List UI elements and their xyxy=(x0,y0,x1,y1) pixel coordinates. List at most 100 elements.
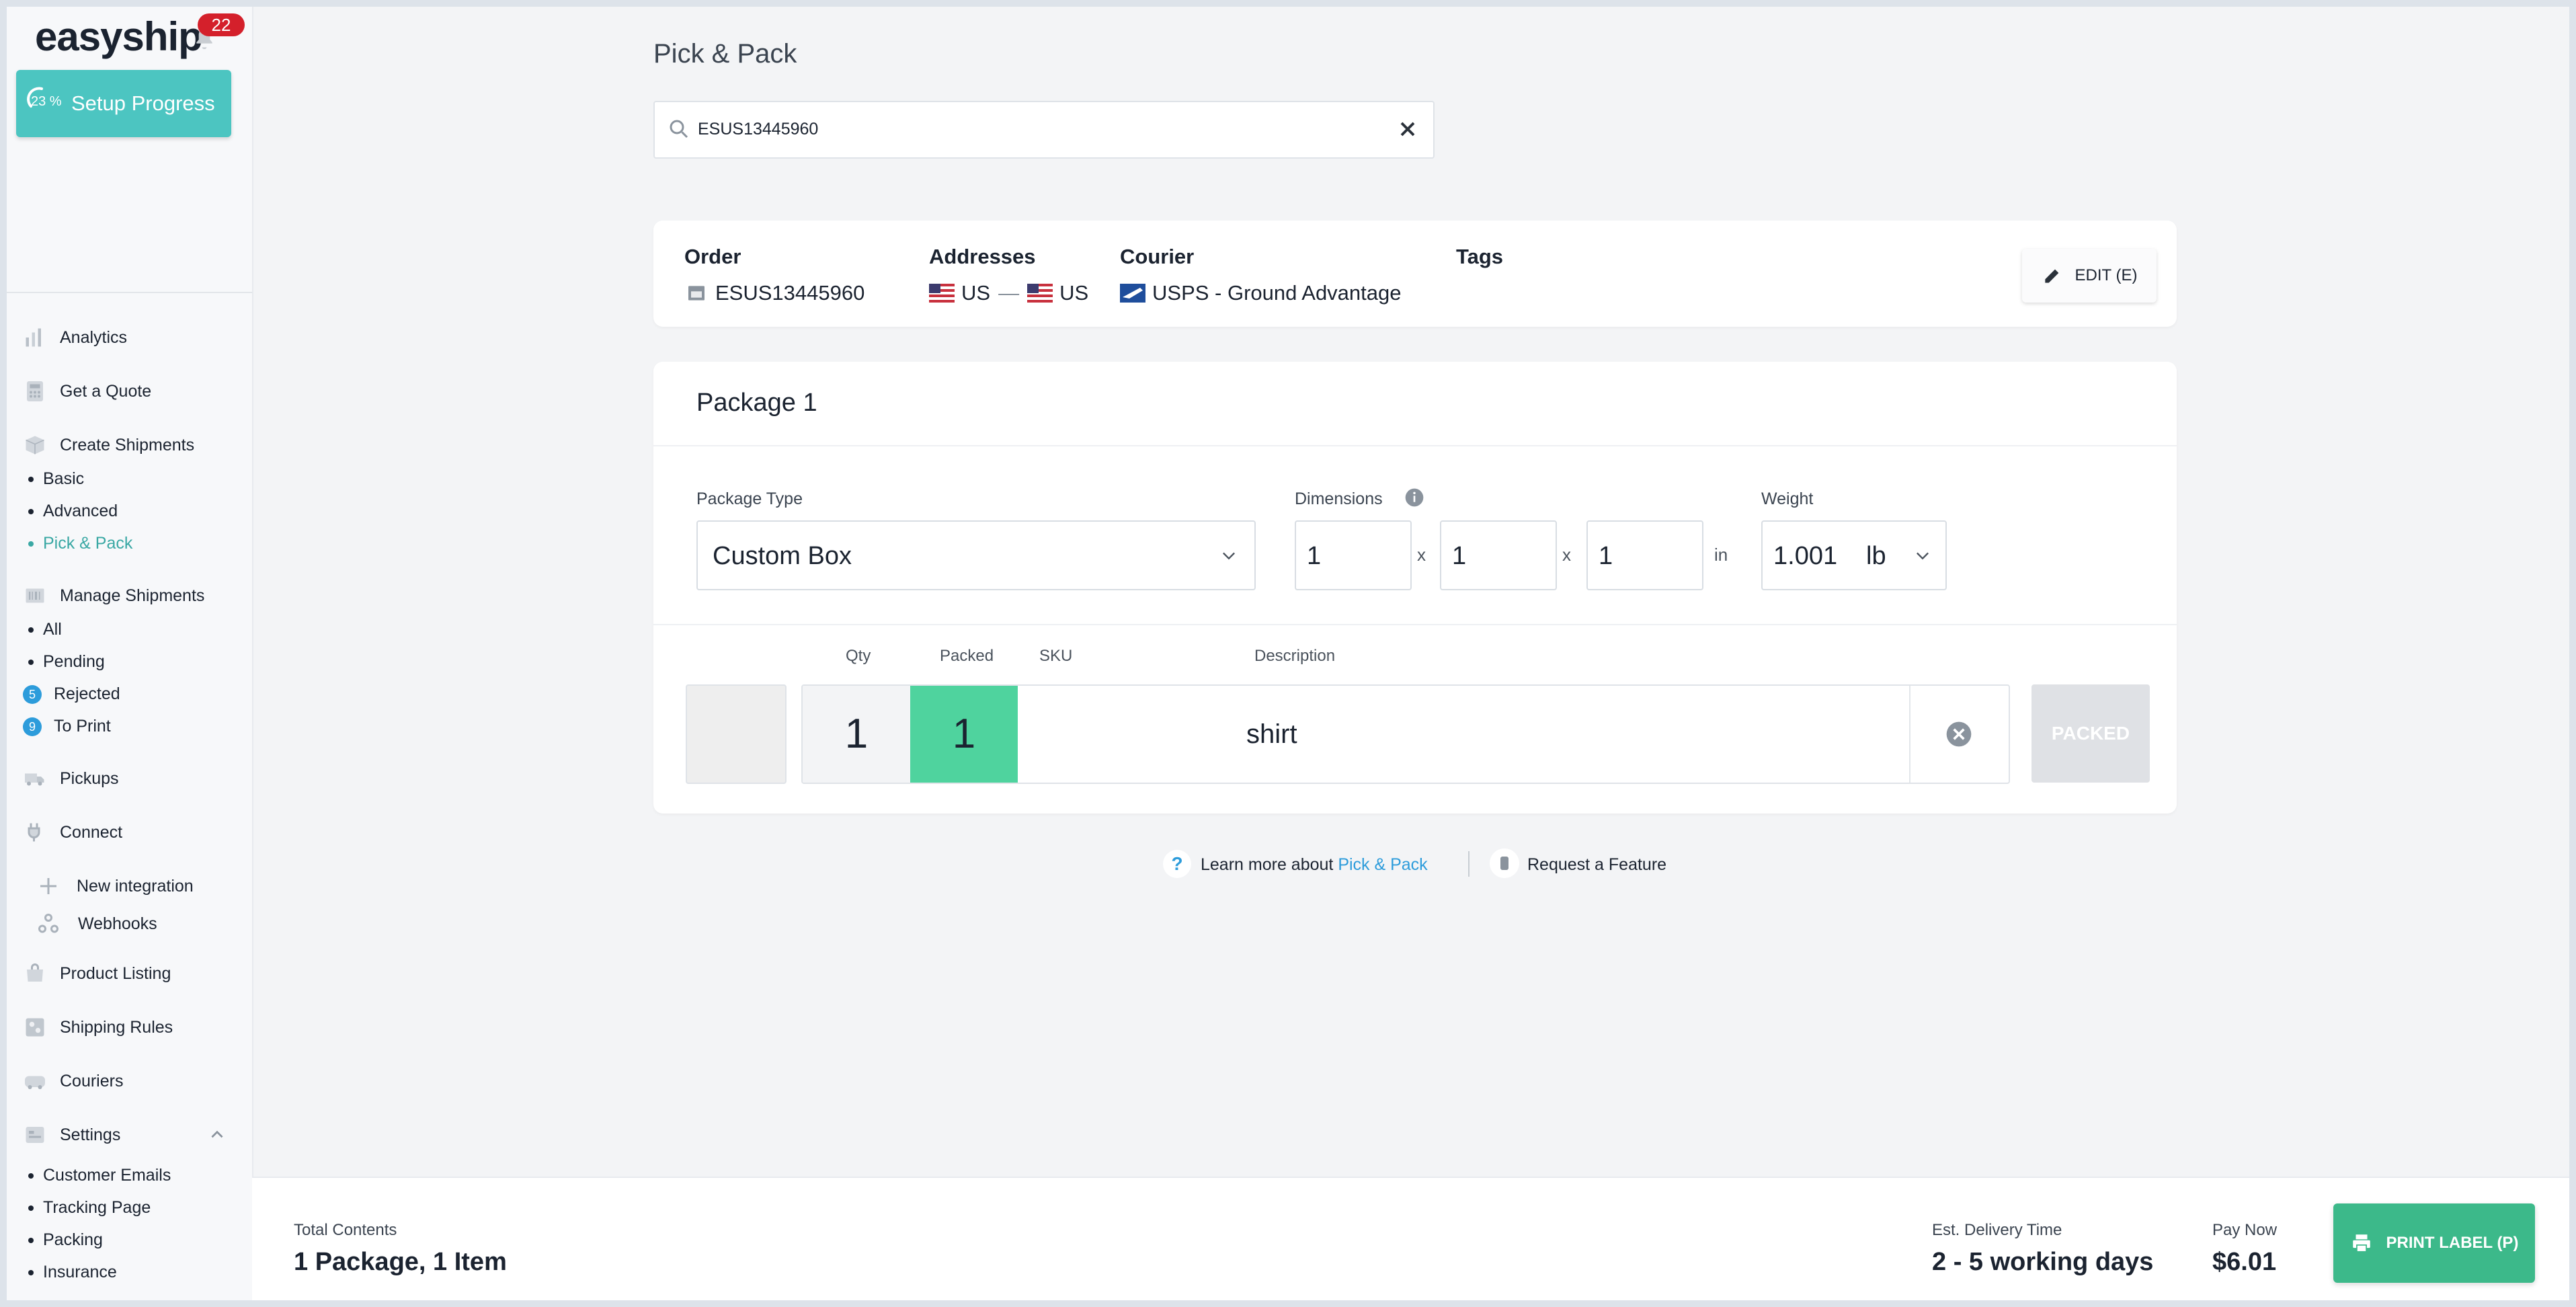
us-flag-icon xyxy=(929,284,955,303)
remove-item-icon[interactable] xyxy=(1944,719,1974,749)
nav-sub-advanced-label: Advanced xyxy=(43,502,118,520)
nav-product-listing[interactable]: Product Listing xyxy=(7,953,252,994)
nav-settings-label: Settings xyxy=(60,1125,121,1144)
notification-badge: 22 xyxy=(198,13,245,36)
weight-input[interactable]: 1.001 lb xyxy=(1761,520,1947,590)
footer: Total Contents 1 Package, 1 Item Est. De… xyxy=(252,1177,2569,1300)
package-type-select[interactable]: Custom Box xyxy=(696,520,1256,590)
info-icon[interactable] xyxy=(1404,487,1425,508)
qty-header: Qty xyxy=(846,647,871,665)
total-contents-value: 1 Package, 1 Item xyxy=(294,1248,507,1276)
dimension-separator: x xyxy=(1417,545,1426,565)
setup-progress-button[interactable]: 23 % Setup Progress xyxy=(16,70,231,137)
bullet xyxy=(28,1173,34,1179)
bullet xyxy=(28,508,34,514)
height-input[interactable]: 1 xyxy=(1586,520,1703,590)
weight-unit[interactable]: lb xyxy=(1866,542,1886,571)
nav-new-integration[interactable]: New integration xyxy=(7,866,252,906)
nav-manage-shipments[interactable]: Manage Shipments xyxy=(7,576,252,616)
item-packed-count[interactable]: 1 xyxy=(910,686,1018,783)
usps-logo-icon xyxy=(1120,284,1145,303)
nav-get-quote[interactable]: Get a Quote xyxy=(7,371,252,411)
nav-new-integration-label: New integration xyxy=(77,876,194,896)
bullet xyxy=(28,1237,34,1243)
pick-pack-link[interactable]: Pick & Pack xyxy=(1338,855,1427,874)
nav-connect[interactable]: Connect xyxy=(7,812,252,853)
height-value: 1 xyxy=(1599,542,1613,570)
divider xyxy=(653,624,2177,625)
description-header: Description xyxy=(1254,647,1336,665)
weight-value: 1.001 xyxy=(1773,542,1838,570)
print-label-button[interactable]: PRINT LABEL (P) xyxy=(2333,1203,2535,1283)
bullet xyxy=(28,476,34,482)
nav-sub-rejected-label: Rejected xyxy=(54,684,120,703)
package-type-value: Custom Box xyxy=(713,542,852,570)
nav-sub-basic-label: Basic xyxy=(43,469,85,488)
nav-create-shipments[interactable]: Create Shipments xyxy=(7,425,252,465)
box-icon xyxy=(26,436,44,454)
to-print-count-badge: 9 xyxy=(23,717,42,736)
nav-sub-customer-emails[interactable]: Customer Emails xyxy=(28,1166,171,1185)
package-title: Package 1 xyxy=(696,389,817,417)
nav-sub-all[interactable]: All xyxy=(28,620,62,639)
analytics-icon xyxy=(26,328,41,347)
nav-sub-tracking-page[interactable]: Tracking Page xyxy=(28,1198,151,1218)
app-frame: easyship 22 23 % Setup Progress Analytic… xyxy=(7,7,2569,1300)
sidebar: easyship 22 23 % Setup Progress Analytic… xyxy=(7,7,253,1300)
nav-webhooks-label: Webhooks xyxy=(78,914,157,933)
nav-product-listing-label: Product Listing xyxy=(60,963,171,983)
nav-sub-insurance[interactable]: Insurance xyxy=(28,1263,117,1282)
nav-sub-customer-emails-label: Customer Emails xyxy=(43,1166,171,1185)
nav-pickups[interactable]: Pickups xyxy=(7,758,252,799)
bullet xyxy=(28,659,34,665)
edit-button[interactable]: EDIT (E) xyxy=(2022,249,2157,303)
products-icon xyxy=(27,963,43,982)
chevron-down-icon[interactable] xyxy=(1912,546,1933,565)
package-type-label: Package Type xyxy=(696,489,803,508)
nav-sub-rejected[interactable]: 5 Rejected xyxy=(23,684,120,704)
nav-sub-basic[interactable]: Basic xyxy=(28,469,84,489)
nav-sub-pick-pack[interactable]: Pick & Pack xyxy=(28,534,132,553)
barcode-icon xyxy=(26,588,44,603)
nav-sub-packing-label: Packing xyxy=(43,1230,103,1249)
packed-button[interactable]: PACKED xyxy=(2031,684,2150,783)
courier-row: USPS - Ground Advantage xyxy=(1120,281,1402,305)
search-icon xyxy=(670,120,688,138)
nav-sub-tracking-page-label: Tracking Page xyxy=(43,1198,151,1217)
nav-sub-to-print[interactable]: 9 To Print xyxy=(23,717,111,736)
nav-sub-packing[interactable]: Packing xyxy=(28,1230,103,1250)
width-value: 1 xyxy=(1452,542,1467,570)
nav-analytics[interactable]: Analytics xyxy=(7,317,252,358)
courier-icon xyxy=(25,1076,45,1089)
order-id[interactable]: ESUS13445960 xyxy=(715,281,864,305)
dimension-unit: in xyxy=(1714,545,1728,565)
logo[interactable]: easyship xyxy=(35,13,203,60)
nav-couriers[interactable]: Couriers xyxy=(7,1061,252,1101)
pay-now-value: $6.01 xyxy=(2212,1248,2277,1276)
dimensions-label: Dimensions xyxy=(1295,489,1383,508)
truck-icon xyxy=(25,773,44,786)
nav-settings[interactable]: Settings xyxy=(7,1115,252,1155)
tags-label: Tags xyxy=(1456,245,1504,268)
printer-icon xyxy=(2352,1234,2370,1253)
width-input[interactable]: 1 xyxy=(1440,520,1557,590)
nav-sub-pending[interactable]: Pending xyxy=(28,652,105,672)
total-contents-label: Total Contents xyxy=(294,1221,397,1239)
nav-pickups-label: Pickups xyxy=(60,768,119,788)
nav-sub-advanced[interactable]: Advanced xyxy=(28,502,118,521)
page-title: Pick & Pack xyxy=(653,39,797,69)
item-description: shirt xyxy=(1246,719,1297,749)
from-country: US xyxy=(961,281,991,305)
nav-sub-pending-label: Pending xyxy=(43,652,105,671)
feature-request-icon xyxy=(1490,848,1519,878)
nav-webhooks[interactable]: Webhooks xyxy=(7,904,252,944)
nav-shipping-rules[interactable]: Shipping Rules xyxy=(7,1007,252,1047)
learn-more-prefix: Learn more about xyxy=(1201,855,1334,874)
search-input[interactable]: ESUS13445960 xyxy=(653,101,1435,159)
bullet xyxy=(28,627,34,633)
close-icon[interactable] xyxy=(1396,117,1420,141)
request-feature-link[interactable]: Request a Feature xyxy=(1527,855,1666,889)
chevron-up-icon[interactable] xyxy=(208,1126,226,1144)
package-card: Package 1 Package Type Custom Box Dimens… xyxy=(653,362,2177,814)
length-input[interactable]: 1 xyxy=(1295,520,1412,590)
